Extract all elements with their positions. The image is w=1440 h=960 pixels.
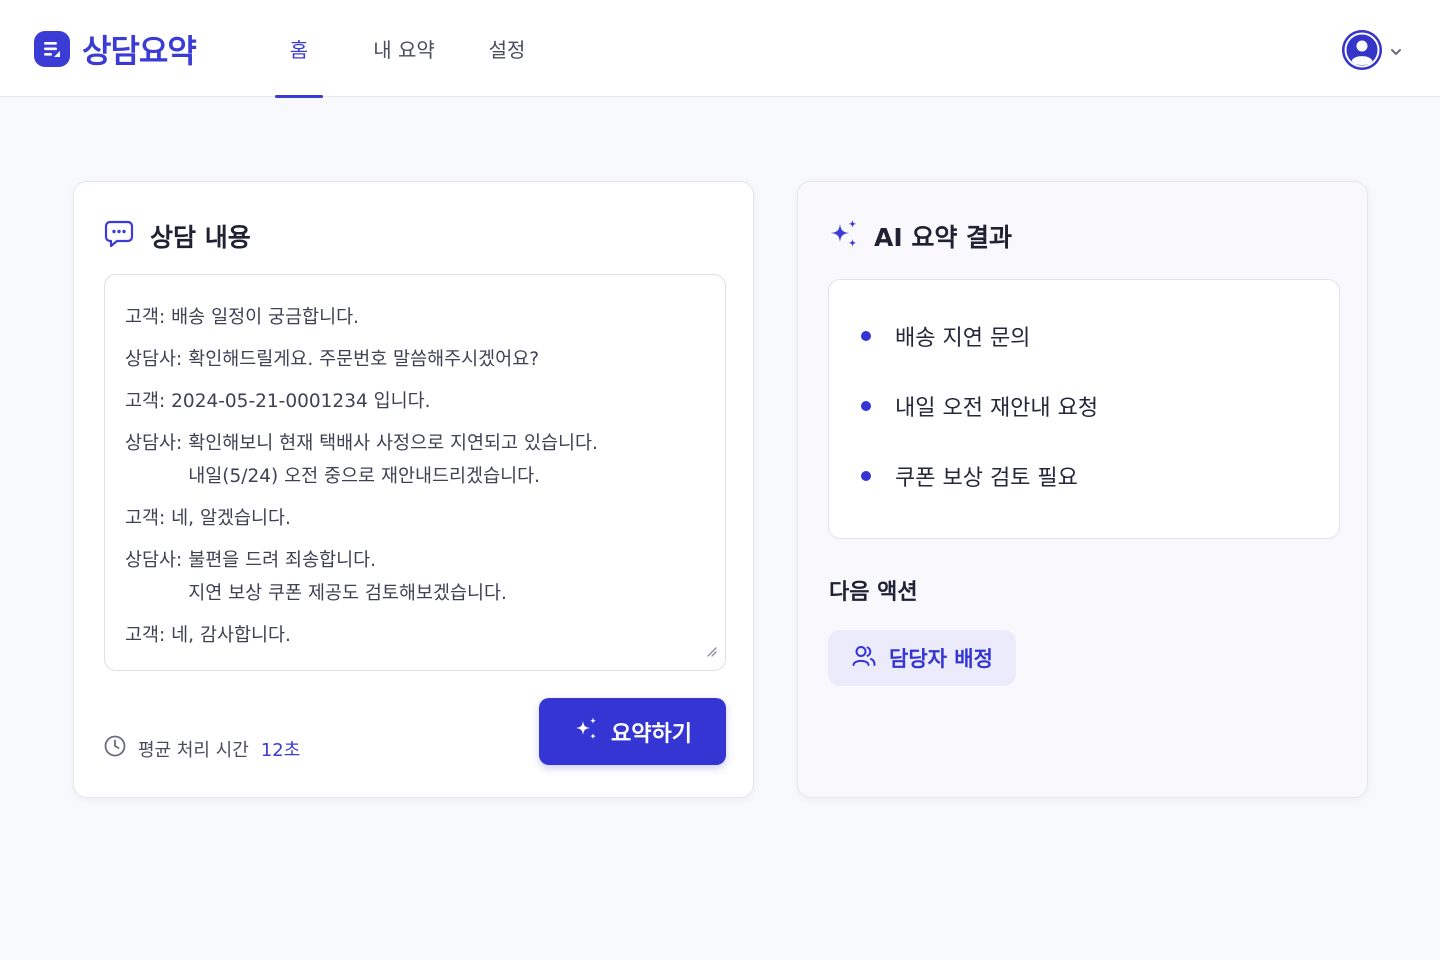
transcript-message: 고객: 네, 감사합니다.	[125, 619, 705, 652]
transcript-message: 상담사: 확인해드릴게요. 주문번호 말씀해주시겠어요?	[125, 343, 705, 376]
message-speaker: 고객:	[125, 391, 172, 412]
message-line: 확인해보니 현재 택배사 사정으로 지연되고 있습니다.	[188, 433, 598, 454]
message-line: 네, 알겠습니다.	[171, 508, 291, 529]
chat-bubble-icon	[104, 219, 134, 253]
message-line: 지연 보상 쿠폰 제공도 검토해보겠습니다.	[188, 583, 507, 604]
transcript-message: 고객: 네, 알겠습니다.	[125, 502, 705, 535]
bullet-icon	[861, 401, 871, 411]
message-speaker: 상담사:	[125, 349, 189, 370]
tab-my-summaries[interactable]: 내 요약	[373, 0, 435, 97]
summary-item: 쿠폰 보상 검토 필요	[829, 458, 1339, 494]
app-logo[interactable]: 상담요약	[34, 29, 197, 70]
consultation-card: 상담 내용 고객: 배송 일정이 궁금합니다. 상담사: 확인해드릴게요. 주문…	[73, 181, 754, 798]
summary-item: 내일 오전 재안내 요청	[829, 388, 1339, 424]
consultation-title: 상담 내용	[150, 223, 251, 252]
top-navigation-bar: 상담요약 홈 내 요약 설정	[0, 0, 1440, 98]
transcript-message: 상담사: 확인해보니 현재 택배사 사정으로 지연되고 있습니다. 내일(5/2…	[125, 427, 705, 493]
message-line: 네, 감사합니다.	[171, 625, 291, 646]
message-speaker: 고객:	[125, 307, 172, 328]
transcript-message: 고객: 배송 일정이 궁금합니다.	[125, 301, 705, 334]
message-line: 확인해드릴게요. 주문번호 말씀해주시겠어요?	[188, 349, 540, 370]
main-nav: 홈 내 요약 설정	[275, 0, 527, 98]
message-line: 배송 일정이 궁금합니다.	[171, 307, 359, 328]
summary-list: 배송 지연 문의 내일 오전 재안내 요청 쿠폰 보상 검토 필요	[828, 279, 1340, 539]
summary-item-text: 쿠폰 보상 검토 필요	[895, 466, 1078, 491]
ai-summary-card: AI 요약 결과 배송 지연 문의 내일 오전 재안내 요청 쿠폰 보상 검토 …	[797, 181, 1368, 798]
summary-item: 배송 지연 문의	[829, 318, 1339, 354]
bullet-icon	[861, 471, 871, 481]
ai-summary-title: AI 요약 결과	[874, 223, 1013, 252]
consultation-card-header: 상담 내용	[104, 218, 251, 254]
user-avatar-icon	[1342, 30, 1382, 70]
users-icon	[851, 643, 877, 674]
next-actions-title: 다음 액션	[829, 580, 918, 605]
average-processing-time: 평균 처리 시간 12초	[104, 735, 300, 762]
sparkles-icon	[573, 716, 599, 748]
app-name: 상담요약	[82, 32, 197, 70]
transcript-message: 고객: 2024-05-21-0001234 입니다.	[125, 385, 705, 418]
message-speaker: 상담사:	[125, 550, 189, 571]
tab-settings[interactable]: 설정	[487, 0, 527, 97]
chevron-down-icon	[1390, 41, 1402, 60]
transcript-message: 상담사: 불편을 드려 죄송합니다. 지연 보상 쿠폰 제공도 검토해보겠습니다…	[125, 544, 705, 610]
bullet-icon	[861, 331, 871, 341]
summarize-button-label: 요약하기	[611, 721, 692, 747]
message-speaker: 고객:	[125, 508, 172, 529]
message-line: 2024-05-21-0001234 입니다.	[171, 391, 431, 412]
summary-item-text: 내일 오전 재안내 요청	[895, 396, 1099, 421]
transcript-textarea[interactable]: 고객: 배송 일정이 궁금합니다. 상담사: 확인해드릴게요. 주문번호 말씀해…	[104, 274, 726, 671]
message-line: 내일(5/24) 오전 중으로 재안내드리겠습니다.	[188, 466, 541, 487]
assign-agent-button-label: 담당자 배정	[889, 647, 993, 671]
message-line: 불편을 드려 죄송합니다.	[188, 550, 377, 571]
message-speaker: 고객:	[125, 625, 172, 646]
document-lines-icon	[34, 31, 70, 67]
summarize-button[interactable]: 요약하기	[539, 698, 726, 765]
sparkles-icon	[828, 218, 860, 254]
assign-agent-button[interactable]: 담당자 배정	[828, 630, 1016, 686]
summary-item-text: 배송 지연 문의	[895, 326, 1031, 351]
average-time-label: 평균 처리 시간	[138, 739, 249, 761]
ai-summary-card-header: AI 요약 결과	[828, 218, 1012, 254]
average-time-value: 12초	[260, 739, 301, 761]
clock-icon	[104, 735, 126, 762]
profile-menu-button[interactable]	[1342, 30, 1402, 70]
resize-handle-icon[interactable]	[705, 641, 717, 662]
tab-home[interactable]: 홈	[275, 0, 323, 98]
message-speaker: 상담사:	[125, 433, 189, 454]
